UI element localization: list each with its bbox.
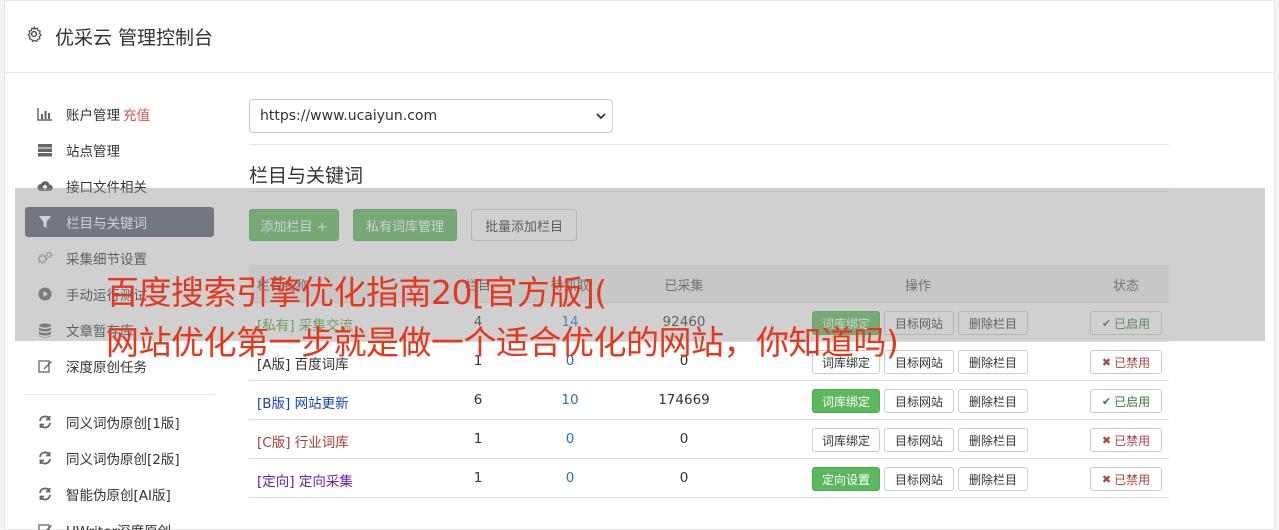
column-count: 1 <box>473 431 483 447</box>
site-select[interactable]: https://www.ucaiyun.com <box>249 99 613 133</box>
close-icon: ✖ <box>1101 433 1112 447</box>
sidebar-item-account[interactable]: 账户管理 充值 <box>25 99 214 129</box>
sidebar-item-label: 同义词伪原创[1版] <box>66 416 180 432</box>
collected-count: 174669 <box>658 392 710 408</box>
column-tag: [定向] <box>257 474 295 490</box>
status-toggle[interactable]: ✔ 已启用 <box>1090 389 1162 413</box>
sidebar-item-label: UWriter深度原创 <box>66 520 171 530</box>
bind-lib-button[interactable]: 词库绑定 <box>812 389 880 413</box>
column-name-cell[interactable]: [C版] 行业词库 <box>257 431 349 451</box>
column-name: 网站更新 <box>294 396 349 412</box>
target-site-button[interactable]: 目标网站 <box>884 389 954 413</box>
sidebar-item-label: 账户管理 <box>66 108 120 124</box>
sidebar-item-sites[interactable]: 站点管理 <box>25 135 214 165</box>
site-select-value: https://www.ucaiyun.com <box>260 108 438 124</box>
sidebar-item-uwriter[interactable]: UWriter深度原创 <box>25 515 214 530</box>
chevron-down-icon <box>596 113 606 120</box>
delete-column-button[interactable]: 删除栏目 <box>958 428 1028 452</box>
overlay-line-2: 网站优化第一步就是做一个适合优化的网站，你知道吗) <box>106 323 899 362</box>
refresh-icon <box>37 450 53 466</box>
table-row: [定向] 定向采集 1 0 0 定向设置 目标网站 删除栏目 ✖ 已禁用 <box>249 459 1169 498</box>
gear-icon <box>27 26 42 43</box>
collected-count: 0 <box>679 431 689 447</box>
refresh-icon <box>37 486 53 502</box>
edit-icon <box>37 358 53 374</box>
recharge-link[interactable]: 充值 <box>123 104 150 124</box>
status-toggle[interactable]: ✖ 已禁用 <box>1090 467 1162 491</box>
pending-count[interactable]: 0 <box>535 470 605 486</box>
refresh-icon <box>37 414 53 430</box>
status-label: 已禁用 <box>1114 472 1151 487</box>
column-count: 6 <box>473 392 483 408</box>
column-name-cell[interactable]: [B版] 网站更新 <box>257 392 349 412</box>
column-count: 1 <box>473 470 483 486</box>
section-title: 栏目与关键词 <box>249 165 364 187</box>
bind-lib-button[interactable]: 词库绑定 <box>812 428 880 452</box>
bind-lib-button[interactable]: 定向设置 <box>812 467 880 491</box>
status-toggle[interactable]: ✖ 已禁用 <box>1090 428 1162 452</box>
collected-count: 0 <box>679 470 689 486</box>
sidebar-item-label: 智能伪原创[AI版] <box>66 488 171 504</box>
pending-count[interactable]: 10 <box>535 392 605 408</box>
column-tag: [C版] <box>257 435 291 451</box>
close-icon: ✖ <box>1101 472 1112 486</box>
table-row: [C版] 行业词库 1 0 0 词库绑定 目标网站 删除栏目 ✖ 已禁用 <box>249 420 1169 459</box>
status-label: 已禁用 <box>1114 433 1151 448</box>
table-row: [B版] 网站更新 6 10 174669 词库绑定 目标网站 删除栏目 ✔ 已启用 <box>249 381 1169 420</box>
delete-column-button[interactable]: 删除栏目 <box>958 467 1028 491</box>
column-name-cell[interactable]: [定向] 定向采集 <box>257 470 353 490</box>
column-name: 行业词库 <box>294 435 349 451</box>
server-icon <box>37 142 53 158</box>
sidebar-item-synonym-2[interactable]: 同义词伪原创[2版] <box>25 443 214 473</box>
sidebar-item-synonym-1[interactable]: 同义词伪原创[1版] <box>25 407 214 437</box>
pending-count[interactable]: 0 <box>535 431 605 447</box>
edit-icon <box>37 522 53 530</box>
column-name: 定向采集 <box>298 474 353 490</box>
bar-chart-icon <box>37 106 53 122</box>
delete-column-button[interactable]: 删除栏目 <box>958 389 1028 413</box>
target-site-button[interactable]: 目标网站 <box>884 467 954 491</box>
target-site-button[interactable]: 目标网站 <box>884 428 954 452</box>
sidebar-divider <box>25 394 214 395</box>
page-title: 优采云 管理控制台 <box>55 27 214 49</box>
sidebar-item-label: 同义词伪原创[2版] <box>66 452 180 468</box>
column-tag: [B版] <box>257 396 291 412</box>
overlay-text: 百度搜索引擎优化指南20[官方版]( 网站优化第一步就是做一个适合优化的网站，你… <box>106 268 1206 368</box>
panel-header: 优采云 管理控制台 <box>5 1 1274 73</box>
check-icon: ✔ <box>1101 394 1112 408</box>
sidebar-item-ai-rewrite[interactable]: 智能伪原创[AI版] <box>25 479 214 509</box>
divider <box>249 144 1169 145</box>
sidebar-item-label: 站点管理 <box>66 144 120 160</box>
overlay-line-1: 百度搜索引擎优化指南20[官方版]( <box>106 273 607 312</box>
status-label: 已启用 <box>1114 394 1151 409</box>
